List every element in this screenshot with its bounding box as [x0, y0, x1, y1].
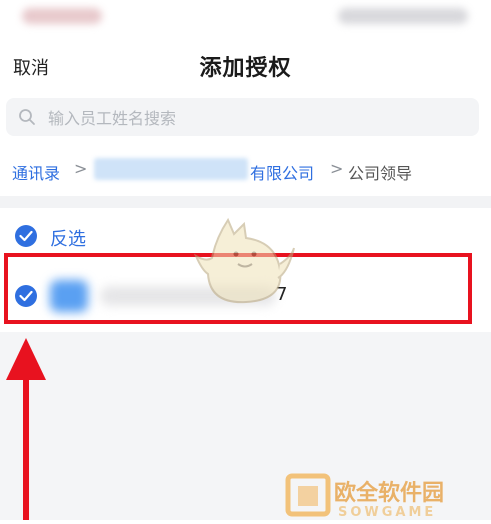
breadcrumb-current: 公司领导 — [348, 164, 413, 183]
breadcrumb-company-redacted — [94, 158, 248, 180]
breadcrumb: 通讯录 > 有限公司 > 公司领导 — [12, 156, 482, 184]
employee-name-redacted — [100, 286, 276, 306]
invert-selection-row[interactable]: 反选 — [0, 222, 491, 252]
page-title: 添加授权 — [199, 56, 292, 81]
chevron-right-icon: > — [74, 159, 88, 178]
avatar — [50, 280, 88, 312]
employee-list: 反选 7 — [0, 208, 491, 332]
status-bar — [0, 0, 491, 34]
status-right-blur — [338, 8, 468, 24]
employee-name-suffix: 7 — [276, 284, 288, 305]
invert-selection-label: 反选 — [50, 229, 86, 250]
search-icon — [19, 109, 35, 125]
employee-checkbox[interactable] — [15, 285, 37, 307]
section-divider — [0, 196, 491, 208]
search-input[interactable] — [46, 98, 470, 138]
empty-area — [0, 332, 491, 520]
search-bar[interactable] — [6, 98, 479, 138]
invert-checkbox[interactable] — [15, 225, 37, 247]
chevron-right-icon: > — [330, 159, 344, 178]
check-icon — [19, 290, 33, 302]
breadcrumb-company[interactable]: 有限公司 — [250, 160, 314, 184]
check-icon — [19, 230, 33, 242]
breadcrumb-contacts[interactable]: 通讯录 — [12, 160, 60, 184]
nav-bar: 取消 添加授权 — [0, 42, 491, 92]
status-left-blur — [22, 8, 102, 24]
employee-row[interactable]: 7 — [0, 268, 491, 324]
